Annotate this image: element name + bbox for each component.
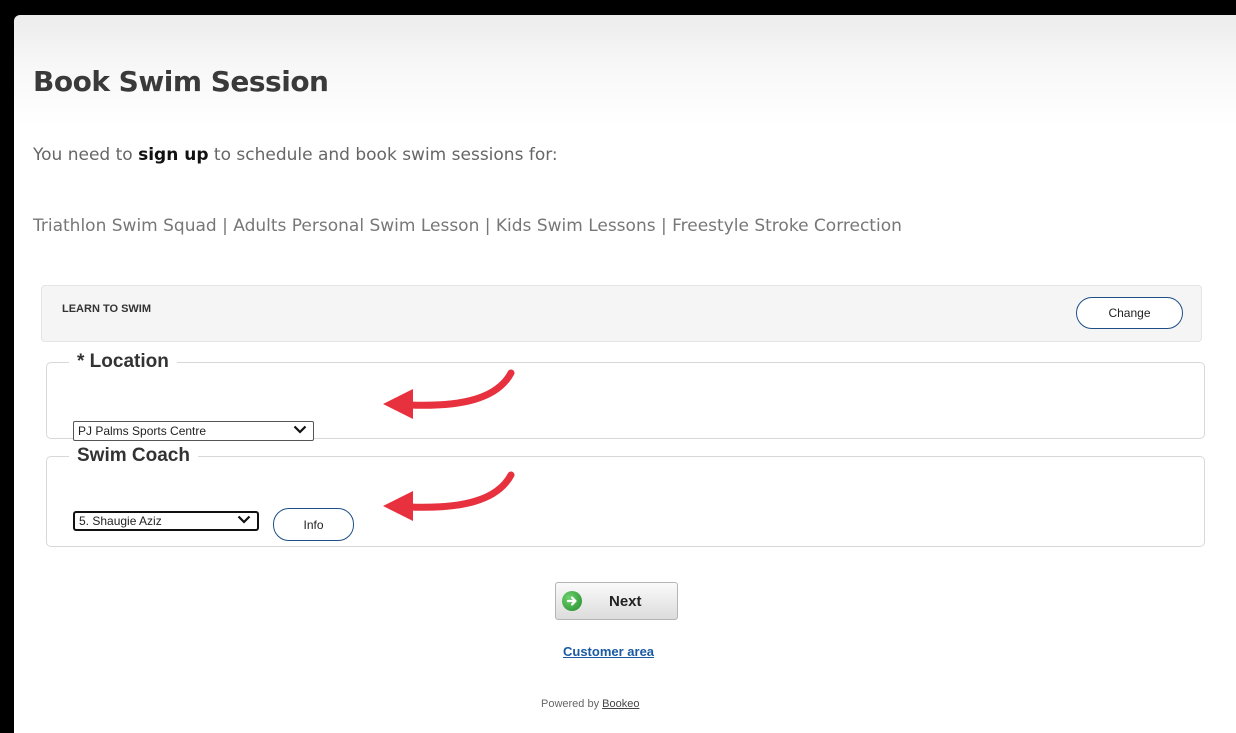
- coach-select[interactable]: 5. Shaugie Aziz: [73, 511, 259, 531]
- category-label: LEARN TO SWIM: [62, 303, 152, 315]
- location-select[interactable]: PJ Palms Sports Centre: [73, 421, 314, 441]
- chevron-down-icon: [237, 515, 251, 527]
- red-arrow-icon: [383, 471, 515, 521]
- arrow-right-circle-icon: [562, 591, 582, 611]
- intro-prefix: You need to: [33, 145, 133, 165]
- coach-fieldset: Swim Coach 5. Shaugie Aziz Info: [46, 445, 1205, 547]
- bookeo-link[interactable]: Bookeo: [602, 698, 639, 710]
- next-button[interactable]: Next: [555, 582, 678, 620]
- intro-text: You need to sign up to schedule and book…: [33, 145, 558, 165]
- booking-panel: Book Swim Session You need to sign up to…: [14, 15, 1236, 733]
- chevron-down-icon: [293, 425, 307, 437]
- category-bar: LEARN TO SWIM Change: [41, 285, 1202, 342]
- sign-up-link[interactable]: sign up: [138, 145, 208, 165]
- powered-by-prefix: Powered by: [541, 698, 600, 710]
- change-button[interactable]: Change: [1076, 297, 1183, 329]
- location-selected-value: PJ Palms Sports Centre: [78, 424, 207, 438]
- page-title: Book Swim Session: [33, 65, 329, 98]
- services-list: Triathlon Swim Squad | Adults Personal S…: [33, 216, 902, 236]
- red-arrow-icon: [383, 369, 515, 419]
- powered-by: Powered by Bookeo: [541, 698, 639, 710]
- next-label: Next: [609, 592, 642, 610]
- customer-area-link[interactable]: Customer area: [563, 644, 654, 659]
- coach-selected-value: 5. Shaugie Aziz: [79, 514, 162, 528]
- location-legend: * Location: [77, 351, 169, 372]
- coach-legend: Swim Coach: [77, 445, 190, 466]
- intro-suffix: to schedule and book swim sessions for:: [213, 145, 558, 165]
- info-button[interactable]: Info: [273, 508, 354, 541]
- location-fieldset: * Location PJ Palms Sports Centre: [46, 351, 1205, 441]
